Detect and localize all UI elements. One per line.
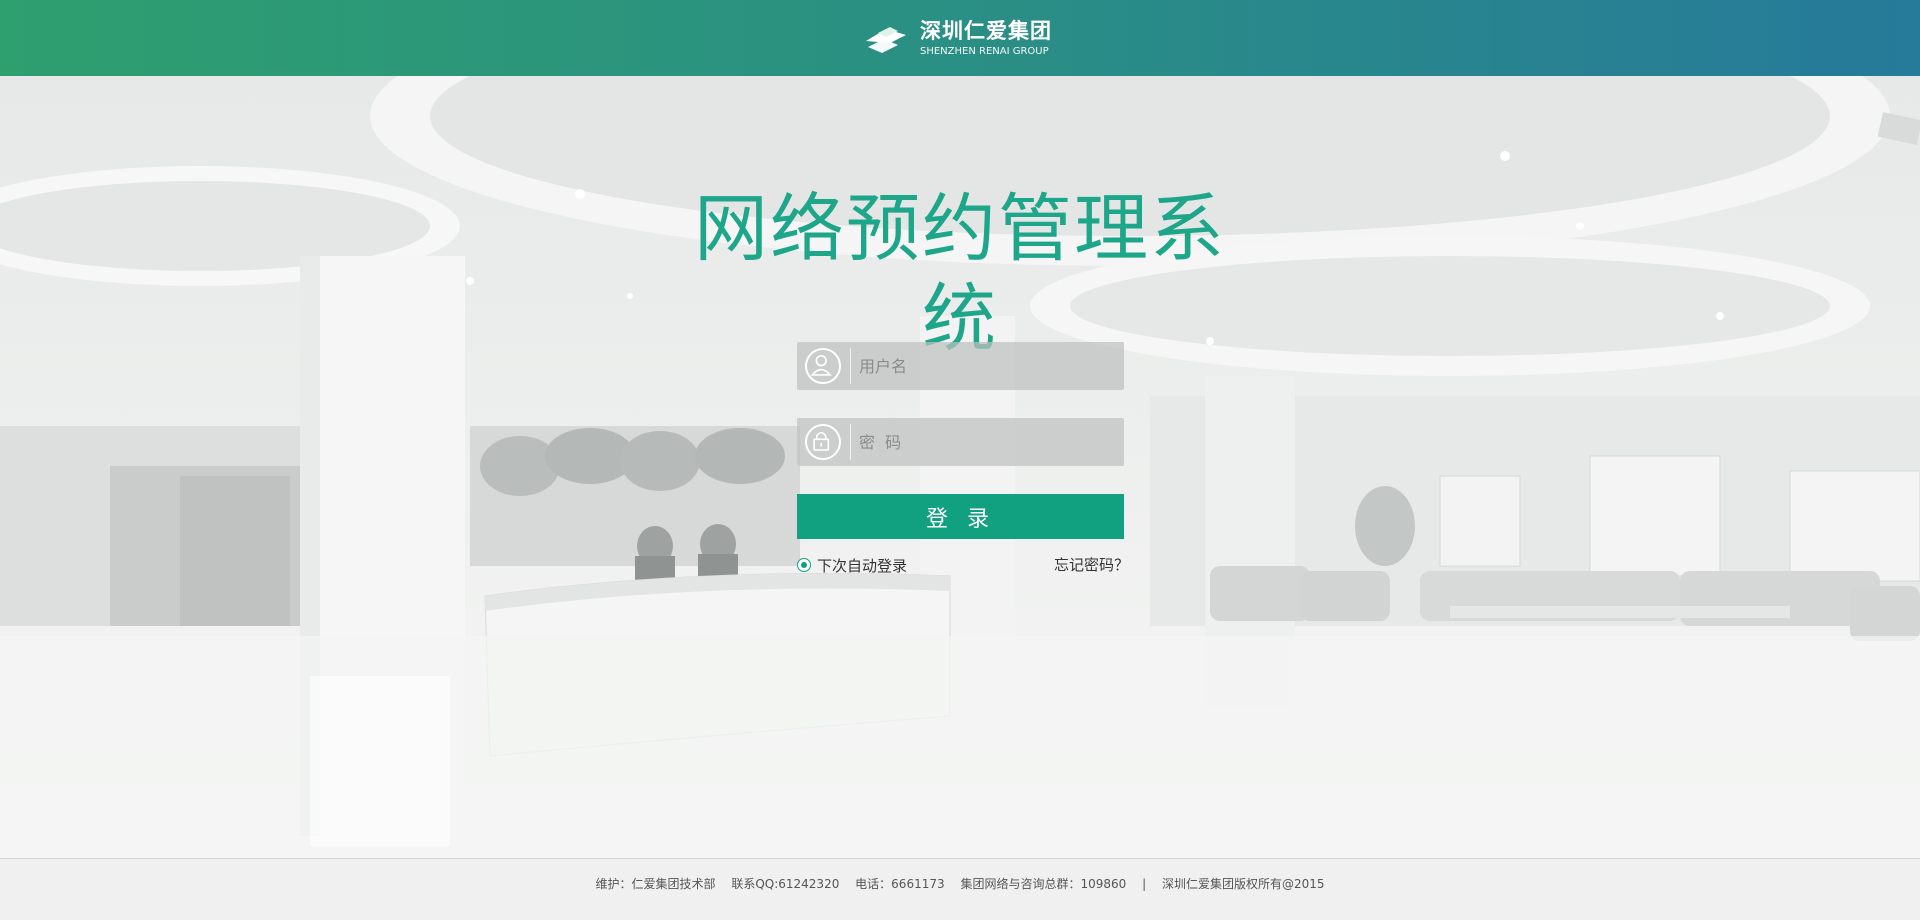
auto-login-label: 下次自动登录 <box>817 556 908 575</box>
lock-icon <box>805 424 841 460</box>
footer-phone: 电话：6661173 <box>855 877 945 891</box>
top-header: 深圳仁爱集团 SHENZHEN RENAI GROUP <box>0 0 1920 76</box>
brand-logo: 深圳仁爱集团 SHENZHEN RENAI GROUP <box>860 18 1052 60</box>
footer-qq: 联系QQ:61242320 <box>731 877 840 891</box>
field-divider <box>850 348 851 384</box>
username-field[interactable] <box>797 342 1124 390</box>
auto-login-radio[interactable] <box>797 558 811 572</box>
renai-logo-icon <box>866 27 906 53</box>
footer-maintainer: 维护：仁爱集团技术部 <box>595 877 716 891</box>
brand-name-cn: 深圳仁爱集团 <box>920 19 1052 43</box>
brand-name-en: SHENZHEN RENAI GROUP <box>920 46 1049 57</box>
footer-group: 集团网络与咨询总群：109860 <box>960 877 1127 891</box>
password-field[interactable] <box>797 418 1124 466</box>
footer-copyright: 深圳仁爱集团版权所有@2015 <box>1161 877 1325 891</box>
forgot-password-link[interactable]: 忘记密码？ <box>1054 555 1129 575</box>
username-input[interactable] <box>859 342 1119 390</box>
page-title: 网络预约管理系统 <box>694 186 1226 362</box>
footer-info: 维护：仁爱集团技术部 联系QQ:61242320 电话：6661173 集团网络… <box>0 875 1920 892</box>
user-icon <box>805 348 841 384</box>
password-input[interactable] <box>859 418 1119 466</box>
page-footer: 维护：仁爱集团技术部 联系QQ:61242320 电话：6661173 集团网络… <box>0 858 1920 920</box>
footer-separator: | <box>1142 877 1147 891</box>
field-divider <box>850 424 851 460</box>
auto-login-option[interactable]: 下次自动登录 <box>797 555 907 575</box>
login-button[interactable]: 登 录 <box>797 494 1124 539</box>
